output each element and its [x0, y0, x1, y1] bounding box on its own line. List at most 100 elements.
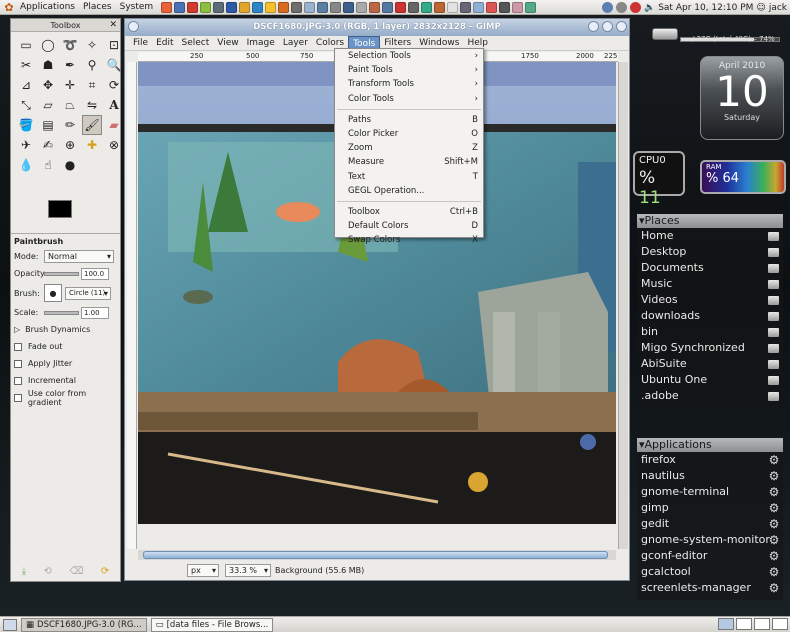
menu-edit[interactable]: Edit	[152, 36, 177, 51]
color-select-tool-icon[interactable]: ⊡	[104, 35, 124, 55]
media-launcher-icon[interactable]	[278, 1, 290, 13]
foreground-select-tool-icon[interactable]: ☗	[38, 55, 58, 75]
calc-launcher-icon[interactable]	[291, 1, 303, 13]
places-item[interactable]: .adobe	[637, 388, 783, 404]
doc-launcher-icon[interactable]	[304, 1, 316, 13]
horizontal-scrollbar[interactable]	[138, 550, 616, 560]
network-launcher-icon[interactable]	[330, 1, 342, 13]
places-item[interactable]: Videos	[637, 292, 783, 308]
ellipse-select-tool-icon[interactable]: ◯	[38, 35, 58, 55]
clone-tool-icon[interactable]: ⊕	[60, 135, 80, 155]
workspace-1[interactable]	[718, 618, 734, 630]
list-launcher-icon[interactable]	[356, 1, 368, 13]
menu-layer[interactable]: Layer	[279, 36, 312, 51]
taskbar-gimp[interactable]: ▦ DSCF1680.JPG-3.0 (RG...	[21, 617, 147, 632]
fg-bg-colors[interactable]	[48, 200, 88, 230]
apply-jitter-checkbox[interactable]	[14, 359, 22, 368]
mail-launcher-icon[interactable]	[525, 1, 537, 13]
menu-applications[interactable]: Applications	[16, 2, 79, 12]
places-item[interactable]: Home	[637, 228, 783, 244]
chromium-launcher-icon[interactable]	[265, 1, 277, 13]
scale-slider[interactable]	[44, 310, 79, 315]
menu-file[interactable]: File	[129, 36, 152, 51]
gradient-color-checkbox[interactable]	[14, 393, 22, 402]
application-item[interactable]: nautilus ⚙	[637, 468, 783, 484]
vertical-scrollbar[interactable]	[618, 62, 628, 549]
ink-tool-icon[interactable]: ✍	[38, 135, 58, 155]
delete-options-icon[interactable]: ⌫	[69, 566, 83, 577]
application-item[interactable]: firefox ⚙	[637, 452, 783, 468]
blur-tool-icon[interactable]: 💧	[16, 155, 36, 175]
network-icon[interactable]	[615, 2, 627, 13]
tools-menu-item[interactable]: Paths B	[335, 113, 483, 127]
tools-menu-item[interactable]: Paint Tools ›	[335, 63, 483, 77]
foreground-color[interactable]	[48, 200, 72, 218]
tools-menu-item[interactable]: Measure Shift+M	[335, 155, 483, 169]
places-item[interactable]: Desktop	[637, 244, 783, 260]
terminal-launcher-icon[interactable]	[213, 1, 225, 13]
settings-launcher-icon[interactable]	[408, 1, 420, 13]
rect-select-tool-icon[interactable]: ▭	[16, 35, 36, 55]
places-item[interactable]: downloads	[637, 308, 783, 324]
places-item[interactable]: Ubuntu One	[637, 372, 783, 388]
flip-tool-icon[interactable]: ⇋	[82, 95, 102, 115]
gedit-launcher-icon[interactable]	[200, 1, 212, 13]
tools-menu-item[interactable]: Toolbox Ctrl+B	[335, 205, 483, 219]
gnome-foot-icon[interactable]: ✿	[2, 1, 16, 14]
tools-menu-item[interactable]: Default Colors D	[335, 219, 483, 233]
opacity-slider[interactable]	[44, 271, 79, 276]
browser-launcher-icon[interactable]	[226, 1, 238, 13]
places-item[interactable]: Documents	[637, 260, 783, 276]
clock[interactable]: Sat Apr 10, 12:10 PM	[658, 3, 753, 13]
dodge-burn-tool-icon[interactable]: ●	[60, 155, 80, 175]
workspace-3[interactable]	[754, 618, 770, 630]
text-tool-icon[interactable]: A	[104, 95, 124, 115]
perspective-tool-icon[interactable]: ⏢	[60, 95, 80, 115]
expander-arrow-icon[interactable]: ▷	[14, 325, 20, 334]
menu-image[interactable]: Image	[243, 36, 279, 51]
tools-menu-item[interactable]: Transform Tools ›	[335, 77, 483, 91]
files-launcher-icon[interactable]	[473, 1, 485, 13]
heal-tool-icon[interactable]: ✚	[82, 135, 102, 155]
paintbrush-tool-icon[interactable]: 🖌	[82, 115, 102, 135]
close-icon[interactable]: ✕	[109, 19, 117, 32]
thunderbird-launcher-icon[interactable]	[174, 1, 186, 13]
opacity-input[interactable]: 100.0	[81, 267, 109, 280]
menu-system[interactable]: System	[116, 2, 158, 12]
vm-launcher-icon[interactable]	[499, 1, 511, 13]
word-launcher-icon[interactable]	[512, 1, 524, 13]
airbrush-tool-icon[interactable]: ✈	[16, 135, 36, 155]
radio-launcher-icon[interactable]	[486, 1, 498, 13]
toolbox-titlebar[interactable]: Toolbox ✕	[11, 19, 120, 32]
pencil-tool-icon[interactable]: ✏	[60, 115, 80, 135]
scissors-tool-icon[interactable]: ✂	[16, 55, 36, 75]
bucket-fill-tool-icon[interactable]: 🪣	[16, 115, 36, 135]
smudge-tool-icon[interactable]: ☝	[38, 155, 58, 175]
close-window-icon[interactable]	[616, 21, 627, 32]
fuzzy-select-tool-icon[interactable]: ✧	[82, 35, 102, 55]
text-launcher-icon[interactable]	[343, 1, 355, 13]
scale-tool-icon[interactable]: ⤡	[16, 95, 36, 115]
tools-menu-item[interactable]: GEGL Operation...	[335, 184, 483, 198]
crop-tool-icon[interactable]: ⌗	[82, 75, 102, 95]
tools-menu-item[interactable]: Text T	[335, 170, 483, 184]
workspace-4[interactable]	[772, 618, 788, 630]
tools-menu-item[interactable]: Color Tools ›	[335, 92, 483, 106]
shear-tool-icon[interactable]: ▱	[38, 95, 58, 115]
tools-menu-item[interactable]: Selection Tools ›	[335, 49, 483, 63]
application-item[interactable]: gedit ⚙	[637, 516, 783, 532]
fade-out-checkbox[interactable]	[14, 342, 22, 351]
application-item[interactable]: gimp ⚙	[637, 500, 783, 516]
minimize-icon[interactable]	[588, 21, 599, 32]
screenshot-launcher-icon[interactable]	[317, 1, 329, 13]
applications-header[interactable]: ▾Applications	[637, 438, 783, 452]
tools-menu-item[interactable]: Zoom Z	[335, 141, 483, 155]
rotate-tool-icon[interactable]: ⟳	[104, 75, 124, 95]
eraser-tool-icon[interactable]: ▰	[104, 115, 124, 135]
save-options-icon[interactable]: ⤓	[22, 566, 26, 577]
gimp-titlebar[interactable]: DSCF1680.JPG-3.0 (RGB, 1 layer) 2832x212…	[125, 19, 629, 36]
debian-launcher-icon[interactable]	[187, 1, 199, 13]
gimp-launcher-icon[interactable]	[421, 1, 433, 13]
align-tool-icon[interactable]: ✛	[60, 75, 80, 95]
taskbar-file-browser[interactable]: ▭ [data files - File Brows...	[150, 617, 274, 632]
